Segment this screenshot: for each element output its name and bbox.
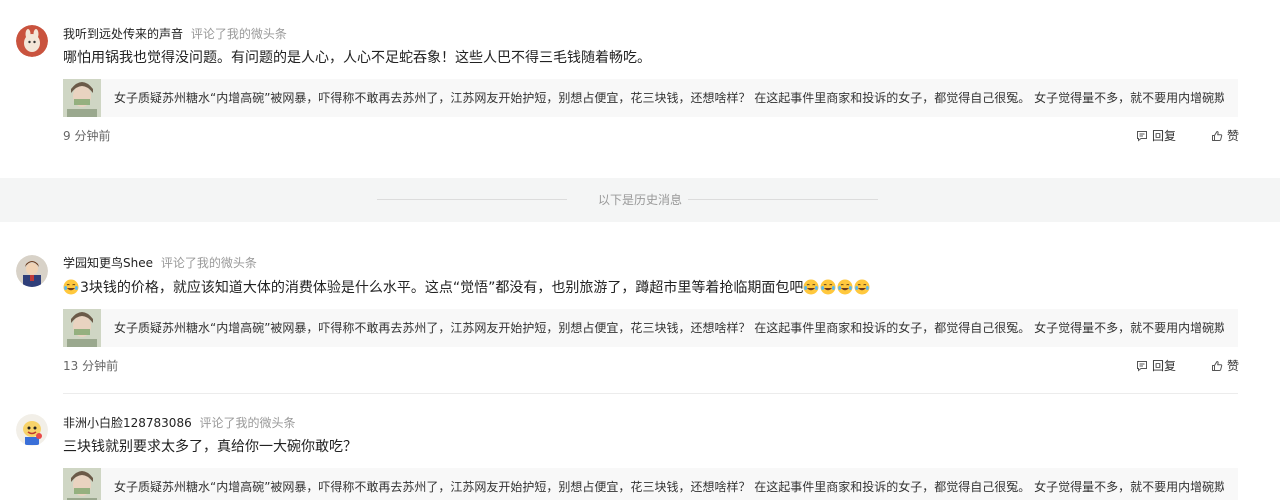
quoted-post-text: 女子质疑苏州糖水“内增高碗”被网暴，吓得称不敢再去苏州了，江苏网友开始护短，别想… xyxy=(114,321,1224,335)
post-thumbnail xyxy=(63,309,101,347)
like-label: 赞 xyxy=(1227,129,1240,143)
comment-text: 3块钱的价格，就应该知道大体的消费体验是什么水平。这点“觉悟”都没有，也别旅游了… xyxy=(63,278,871,298)
avatar[interactable] xyxy=(16,255,48,287)
reply-button[interactable]: 回复 xyxy=(1136,358,1176,374)
comment-action: 评论了我的微头条 xyxy=(199,416,296,430)
username[interactable]: 学园知更鸟Shee xyxy=(63,256,153,270)
avatar[interactable] xyxy=(16,414,48,446)
quoted-post[interactable]: 女子质疑苏州糖水“内增高碗”被网暴，吓得称不敢再去苏州了，江苏网友开始护短，别想… xyxy=(63,79,1238,117)
laughing-tears-emoji xyxy=(803,279,819,295)
reply-label: 回复 xyxy=(1152,359,1177,373)
laughing-tears-emoji xyxy=(63,279,79,295)
comment-text-content: 3块钱的价格，就应该知道大体的消费体验是什么水平。这点“觉悟”都没有，也别旅游了… xyxy=(80,280,804,296)
comment-text: 哪怕用锅我也觉得没问题。有问题的是人心，人心不足蛇吞象！这些人巴不得三毛钱随着畅… xyxy=(63,50,651,66)
reply-button[interactable]: 回复 xyxy=(1136,128,1176,144)
comment-separator xyxy=(63,393,1238,394)
history-divider: 以下是历史消息 xyxy=(0,178,1280,222)
quoted-post-text: 女子质疑苏州糖水“内增高碗”被网暴，吓得称不敢再去苏州了，江苏网友开始护短，别想… xyxy=(114,480,1224,494)
thumbs-up-icon xyxy=(1211,360,1227,372)
comment-header: 学园知更鸟Shee 评论了我的微头条 xyxy=(63,255,257,271)
comment-text: 三块钱就别要求太多了，真给你一大碗你敢吃？ xyxy=(63,439,357,455)
comment-icon xyxy=(1136,360,1152,372)
comment-action: 评论了我的微头条 xyxy=(160,256,257,270)
comment-header: 非洲小白脸128783086 评论了我的微头条 xyxy=(63,415,296,431)
comment-header: 我听到远处传来的声音 评论了我的微头条 xyxy=(63,26,287,42)
quoted-post[interactable]: 女子质疑苏州糖水“内增高碗”被网暴，吓得称不敢再去苏州了，江苏网友开始护短，别想… xyxy=(63,468,1238,500)
quoted-post[interactable]: 女子质疑苏州糖水“内增高碗”被网暴，吓得称不敢再去苏州了，江苏网友开始护短，别想… xyxy=(63,309,1238,347)
history-divider-label: 以下是历史消息 xyxy=(597,193,682,207)
like-label: 赞 xyxy=(1227,359,1240,373)
post-thumbnail xyxy=(63,79,101,117)
laughing-tears-emoji xyxy=(837,279,853,295)
avatar[interactable] xyxy=(16,25,48,57)
quoted-post-text: 女子质疑苏州糖水“内增高碗”被网暴，吓得称不敢再去苏州了，江苏网友开始护短，别想… xyxy=(114,91,1224,105)
timestamp: 9 分钟前 xyxy=(63,129,111,143)
thumbs-up-icon xyxy=(1211,130,1227,142)
laughing-tears-emoji xyxy=(854,279,870,295)
like-button[interactable]: 赞 xyxy=(1211,128,1239,144)
username[interactable]: 我听到远处传来的声音 xyxy=(63,27,183,41)
comment-action: 评论了我的微头条 xyxy=(190,27,287,41)
username[interactable]: 非洲小白脸128783086 xyxy=(63,416,192,430)
laughing-tears-emoji xyxy=(820,279,836,295)
post-thumbnail xyxy=(63,468,101,500)
timestamp: 13 分钟前 xyxy=(63,359,119,373)
like-button[interactable]: 赞 xyxy=(1211,358,1239,374)
comment-icon xyxy=(1136,130,1152,142)
divider-line-right xyxy=(688,199,878,200)
reply-label: 回复 xyxy=(1152,129,1177,143)
